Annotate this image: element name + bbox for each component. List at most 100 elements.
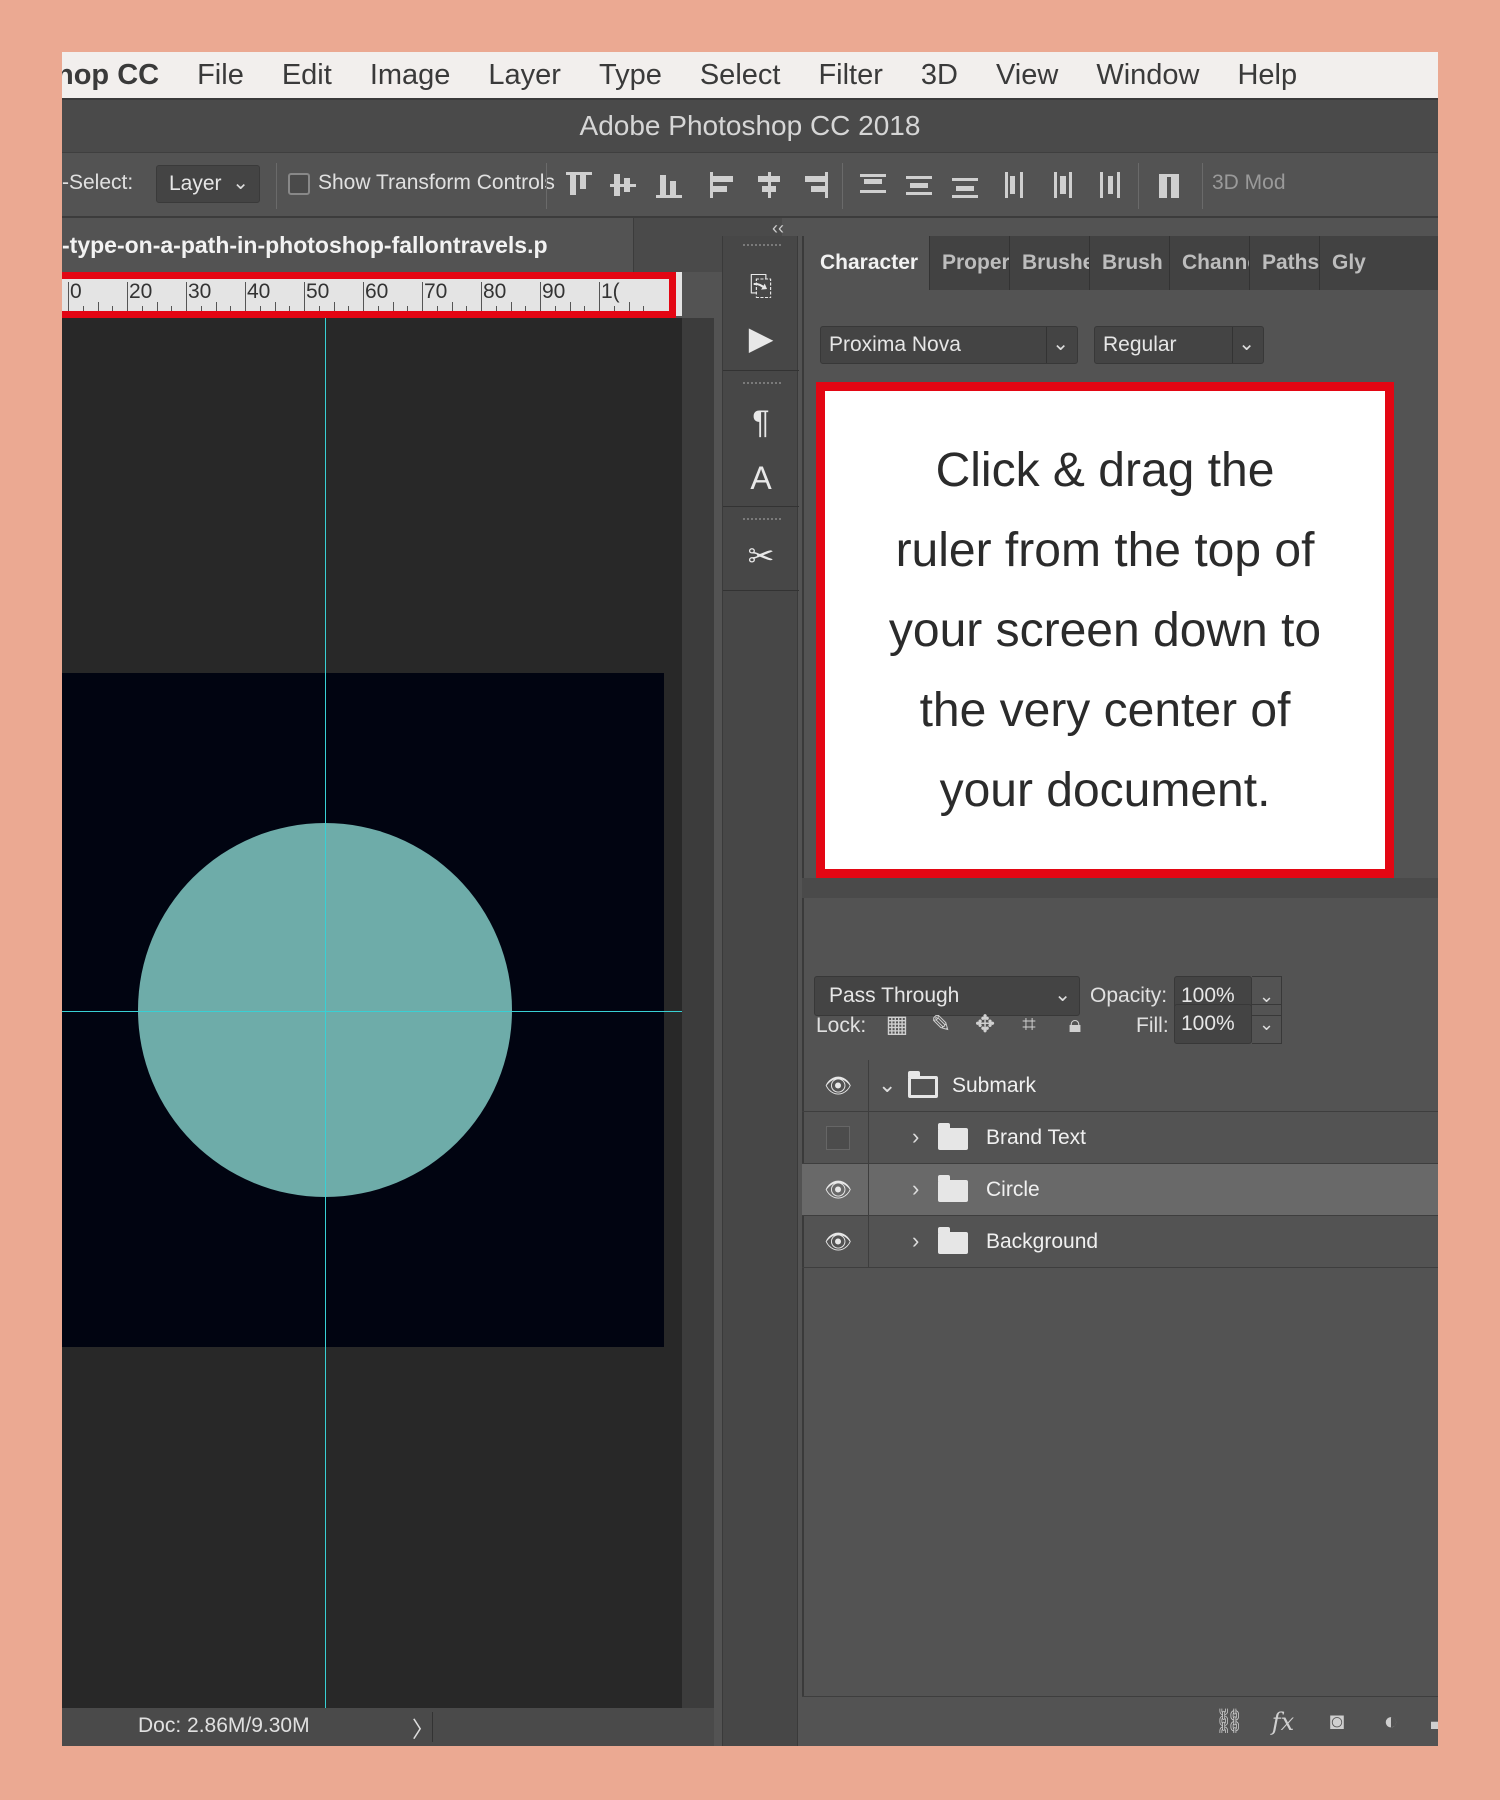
chevron-right-icon[interactable]: › [912,1124,919,1150]
menu-layer[interactable]: Layer [469,59,580,92]
adjustment-layer-icon[interactable]: ◐ [1376,1707,1406,1737]
add-mask-icon[interactable]: ◙ [1322,1707,1352,1737]
lock-position-icon[interactable]: ✥ [972,1012,998,1038]
panel-icon-strip: ⎘ ▶ ¶ A ✂ [722,236,799,1746]
eye-icon[interactable]: 👁︎ [824,1229,852,1257]
eye-icon[interactable]: 👁︎ [824,1073,852,1101]
visibility-toggle-off[interactable] [826,1126,850,1150]
chevron-down-icon[interactable]: ⌄ [878,1072,896,1098]
auto-select-label: -Select: [62,171,134,194]
eye-icon[interactable]: 👁︎ [824,1177,852,1205]
auto-select-dropdown[interactable]: Layer ⌄ [156,165,260,203]
folder-icon [938,1123,968,1150]
tab-channels[interactable]: Channe [1170,236,1250,290]
new-group-icon[interactable]: ▬ [1428,1707,1438,1737]
chevron-down-icon: ⌄ [1238,333,1255,355]
distribute-bottom-icon[interactable] [950,170,980,200]
menu-type[interactable]: Type [580,59,681,92]
distribute-left-icon[interactable] [1002,170,1032,200]
font-family-dropdown[interactable]: Proxima Nova ⌄ [820,326,1078,364]
opacity-label: Opacity: [1090,984,1168,1007]
menu-window[interactable]: Window [1077,59,1218,92]
align-right-icon[interactable] [800,170,830,200]
tab-glyphs[interactable]: Gly [1320,236,1438,290]
divider [723,506,799,507]
distribute-horizontal-center-icon[interactable] [1048,170,1078,200]
link-layers-icon[interactable]: ⛓ [1214,1707,1244,1737]
align-bottom-icon[interactable] [654,170,684,200]
vertical-guide[interactable] [325,318,326,1708]
blend-mode-value: Pass Through [829,984,960,1007]
tab-brush-settings[interactable]: Brush S [1090,236,1170,290]
chevron-right-icon[interactable]: › [912,1228,919,1254]
layer-name: Background [986,1230,1099,1253]
fx-icon[interactable]: fx [1268,1707,1298,1737]
chevron-right-icon[interactable]: › [912,1176,919,1202]
callout-line: Click & drag the [935,444,1275,497]
app-menu[interactable]: hop CC [62,59,178,92]
menu-edit[interactable]: Edit [263,59,351,92]
layers-panel-header [802,878,1438,898]
tab-paths[interactable]: Paths [1250,236,1320,290]
history-icon[interactable]: ⎘ [741,266,781,306]
vertical-scrollbar[interactable] [682,318,714,1708]
document-canvas[interactable] [62,673,664,1347]
layer-row-circle[interactable]: 👁︎ › Circle [802,1164,1438,1216]
layer-row-brand-text[interactable]: › Brand Text [802,1112,1438,1164]
tab-properties[interactable]: Proper [930,236,1010,290]
tools-preset-icon[interactable]: ✂ [741,536,781,576]
chevron-down-icon: ⌄ [232,172,249,194]
paragraph-icon[interactable]: ¶ [741,402,781,442]
align-horizontal-center-icon[interactable] [754,170,784,200]
play-actions-icon[interactable]: ▶ [741,318,781,358]
menu-bar: hop CC File Edit Image Layer Type Select… [62,52,1438,98]
folder-icon [938,1175,968,1202]
instruction-callout: Click & drag the ruler from the top of y… [816,382,1394,878]
grip-handle[interactable] [743,382,781,388]
divider [432,1712,433,1742]
horizontal-guide[interactable] [62,1011,682,1012]
font-style-dropdown[interactable]: Regular ⌄ [1094,326,1264,364]
grip-handle[interactable] [743,518,781,524]
doc-size-status: Doc: 2.86M/9.30M [138,1714,310,1737]
chevron-right-icon[interactable]: 〉 [412,1712,434,1744]
fill-input[interactable]: 100% [1174,1004,1252,1044]
menu-view[interactable]: View [977,59,1077,92]
distribute-top-icon[interactable] [858,170,888,200]
auto-align-icon[interactable] [1156,170,1186,200]
align-vertical-center-icon[interactable] [608,170,638,200]
distribute-right-icon[interactable] [1094,170,1124,200]
layer-row-submark[interactable]: 👁︎ ⌄ Submark [802,1060,1438,1112]
divider [868,1216,869,1268]
divider [1046,327,1047,363]
tab-brushes[interactable]: Brushe [1010,236,1090,290]
lock-transparent-pixels-icon[interactable]: ▦ [884,1012,910,1038]
divider [868,1112,869,1164]
menu-image[interactable]: Image [351,59,470,92]
blend-mode-dropdown[interactable]: Pass Through ⌄ [814,976,1080,1016]
distribute-vertical-center-icon[interactable] [904,170,934,200]
divider [723,370,799,371]
ruler-highlight-box [62,272,676,318]
callout-line: your document. [939,764,1271,817]
character-icon[interactable]: A [741,458,781,498]
lock-all-icon[interactable]: 🔒︎ [1062,1012,1088,1038]
document-tab[interactable]: -type-on-a-path-in-photoshop-fallontrave… [62,218,634,272]
lock-label: Lock: [816,1014,867,1037]
grip-handle[interactable] [743,244,781,250]
menu-filter[interactable]: Filter [799,59,901,92]
layers-bottom-bar: ⛓ fx ◙ ◐ ▬ [802,1696,1438,1746]
menu-file[interactable]: File [178,59,263,92]
show-transform-checkbox[interactable] [288,173,310,195]
align-left-icon[interactable] [708,170,738,200]
menu-3d[interactable]: 3D [902,59,977,92]
canvas-area[interactable] [62,318,682,1708]
align-top-icon[interactable] [564,170,594,200]
tab-character[interactable]: Character [804,236,930,290]
menu-help[interactable]: Help [1218,59,1316,92]
chevron-down-icon[interactable]: ⌄ [1252,1004,1282,1044]
lock-artboard-icon[interactable]: ⌗ [1016,1012,1042,1038]
menu-select[interactable]: Select [681,59,800,92]
layer-row-background[interactable]: 👁︎ › Background [802,1216,1438,1268]
lock-image-pixels-icon[interactable]: ✎ [928,1012,954,1038]
